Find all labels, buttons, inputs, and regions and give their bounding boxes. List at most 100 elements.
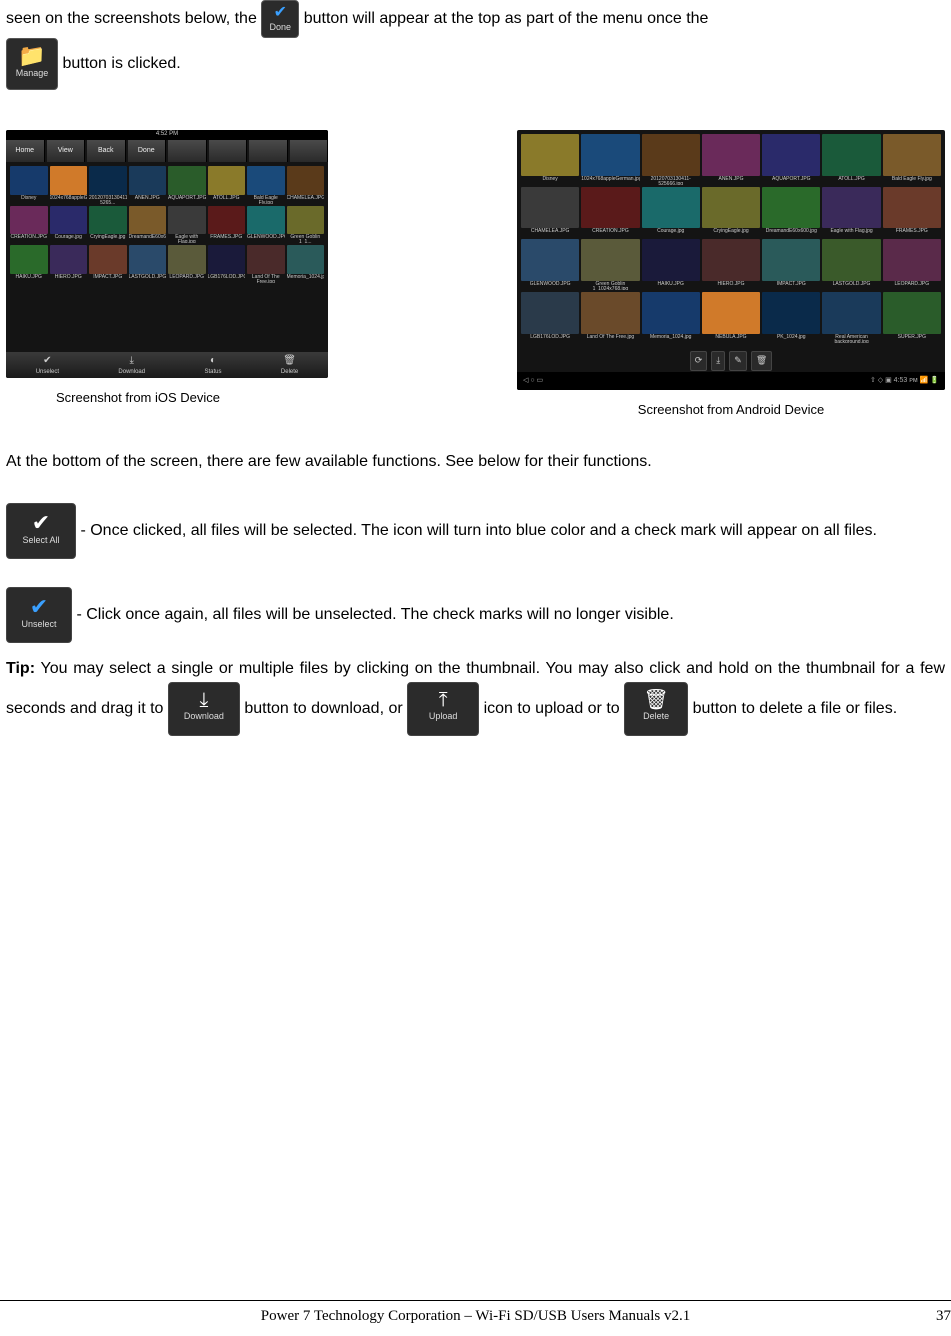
ios-thumbnail: Courage.jpg [50,206,88,244]
android-toolbar-button: 🗑 [751,351,772,371]
ios-thumbnail: 1024x768appleGerman.jpg [50,166,88,204]
android-thumbnail: Bald Eagle Fly.jpg [883,134,941,185]
ios-thumbnail: CREATION.JPG [10,206,48,244]
screenshots-row: 4:52 PM HomeViewBackDone Disney1024x768a… [6,130,945,420]
ios-bottombar-button: 🗑Delete [281,353,298,378]
android-thumbnail: CHAMELEA.JPG [521,187,579,238]
android-sys-left: ◁ ○ ▭ [523,376,543,387]
android-thumbnail: AQUAPORT.JPG [762,134,820,185]
text: - Click once again, all files will be un… [76,606,673,623]
upload-icon: ⤒ Upload [407,682,479,736]
ios-thumbnail: ATOLL.JPG [208,166,246,204]
android-thumbnail: CREATION.JPG [581,187,639,238]
ios-thumbnail: Land Of The Free.jpg [247,245,285,283]
text: icon to upload or to [484,700,625,717]
text: - Once clicked, all files will be select… [80,522,877,539]
ios-topbar-button [290,140,329,162]
ios-screenshot: 4:52 PM HomeViewBackDone Disney1024x768a… [6,130,328,378]
android-toolbar-button: ✎ [729,351,747,371]
ios-thumbnail: Green Goblin 1_1... [287,206,325,244]
ios-thumbnail: CryingEagle.jpg [89,206,127,244]
android-thumbnail: 20120703130411-525666.jpg [642,134,700,185]
ios-thumbnail: Bald Eagle Fly.jpg [247,166,285,204]
ios-status-time: 4:52 PM [156,130,178,139]
ios-thumbnail: CHAMELEA.JPG [287,166,325,204]
manage-icon: 📁 Manage [6,38,58,90]
android-screenshot: Disney1024x768appleGerman.jpg20120703130… [517,130,945,390]
android-thumbnail: LEOPARD.JPG [883,239,941,290]
ios-thumbnail: DreamandE60x600.jpg [129,206,167,244]
done-icon: ✔ Done [261,0,299,38]
android-thumbnail: LASTGOLD.JPG [822,239,880,290]
ios-topbar-button: Home [6,140,45,162]
ios-thumbnail: AQUAPORT.JPG [168,166,206,204]
paragraph-intro: seen on the screenshots below, the ✔ Don… [6,0,945,90]
ios-topbar-button: Back [87,140,126,162]
text: button to delete a file or files. [693,700,898,717]
android-thumbnail: Courage.jpg [642,187,700,238]
ios-topbar-button: Done [128,140,167,162]
android-thumbnail: Eagle with Flag.jpg [822,187,880,238]
ios-topbar-button [168,140,207,162]
ios-thumbnail: LGB176LOD.JPG [208,245,246,283]
android-thumbnail: HAIKU.JPG [642,239,700,290]
android-thumbnail: ANEN.JPG [702,134,760,185]
text: button is clicked. [62,55,180,72]
android-thumbnail: SUPER.JPG [883,292,941,343]
android-thumbnail: ATOLL.JPG [822,134,880,185]
paragraph-unselect: ✔ Unselect - Click once again, all files… [6,587,945,643]
android-toolbar-button: ⤓ [711,351,725,371]
ios-screenshot-column: 4:52 PM HomeViewBackDone Disney1024x768a… [6,130,328,408]
android-sys-right: ⇧ ◇ ▣ 4:53 ᴘᴍ 📶 🔋 [870,376,939,387]
ios-thumbnail: LASTGOLD.JPG [129,245,167,283]
ios-thumbnail: HAIKU.JPG [10,245,48,283]
android-toolbar-button: ⟳ [690,351,708,371]
android-thumbnail: CryingEagle.jpg [702,187,760,238]
page-footer: Power 7 Technology Corporation – Wi-Fi S… [0,1300,951,1328]
android-thumbnail: NEBULA.JPG [702,292,760,343]
download-icon: ⤓ Download [168,682,240,736]
android-thumbnail: DreamandE60x600.jpg [762,187,820,238]
ios-thumbnail: 20120703130411-5265... [89,166,127,204]
paragraph-selectall: ✔ Select All - Once clicked, all files w… [6,503,945,559]
select-all-icon: ✔ Select All [6,503,76,559]
ios-thumbnail: ANEN.JPG [129,166,167,204]
android-thumbnail: IMPACT.JPG [762,239,820,290]
tip-label: Tip: [6,660,35,677]
ios-bottombar-button: ✔Unselect [36,353,59,378]
android-thumbnail: Memoria_1024.jpg [642,292,700,343]
ios-bottombar-button: ⤓Download [118,353,145,378]
ios-caption: Screenshot from iOS Device [6,388,328,408]
ios-thumbnail: Memoria_1024.jpg [287,245,325,283]
android-thumbnail: 1024x768appleGerman.jpg [581,134,639,185]
ios-bottombar-button: ◐Status [205,353,222,378]
android-thumbnail: FRAMES.JPG [883,187,941,238]
ios-thumbnail: IMPACT.JPG [89,245,127,283]
text: button to download, or [244,700,407,717]
android-thumbnail: Disney [521,134,579,185]
ios-topbar-button [249,140,288,162]
ios-thumbnail: GLENWOOD.JPG [247,206,285,244]
ios-thumbnail: FRAMES.JPG [208,206,246,244]
delete-icon: 🗑 Delete [624,682,688,736]
android-thumbnail: Real American background.jpg [822,292,880,343]
text: button will appear at the top as part of… [304,10,709,27]
ios-thumbnail: HIERO.JPG [50,245,88,283]
android-caption: Screenshot from Android Device [517,400,945,420]
ios-thumbnail: Eagle with Flag.jpg [168,206,206,244]
ios-thumbnail: Disney [10,166,48,204]
android-screenshot-column: Disney1024x768appleGerman.jpg20120703130… [517,130,945,420]
android-thumbnail: Land Of The Free.jpg [581,292,639,343]
page-number: 37 [911,1305,951,1328]
android-thumbnail: GLENWOOD.JPG [521,239,579,290]
paragraph-tip: Tip: You may select a single or multiple… [6,657,945,736]
text: seen on the screenshots below, the [6,10,261,27]
android-thumbnail: HIERO.JPG [702,239,760,290]
android-thumbnail: PK_1024.jpg [762,292,820,343]
android-thumbnail: Green Goblin 1_1024x768.jpg [581,239,639,290]
ios-thumbnail: LEOPARD.JPG [168,245,206,283]
android-thumbnail: LGB176LOD.JPG [521,292,579,343]
ios-topbar-button [209,140,248,162]
unselect-icon: ✔ Unselect [6,587,72,643]
paragraph-functions: At the bottom of the screen, there are f… [6,450,945,475]
